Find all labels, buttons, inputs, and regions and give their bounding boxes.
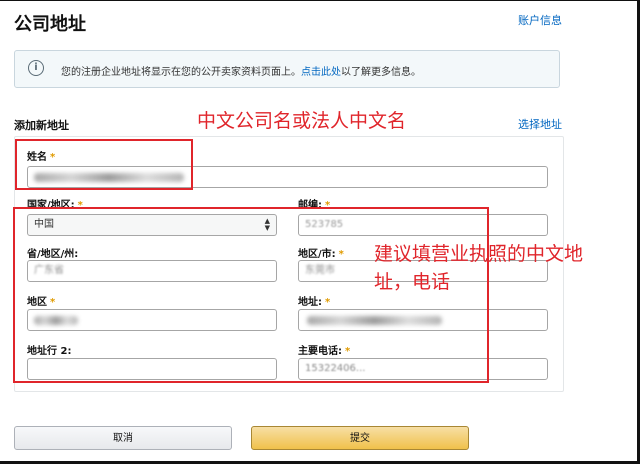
info-text: 您的注册企业地址将显示在您的公开卖家资料页面上。点击此处以了解更多信息。 [61, 63, 421, 78]
top-edge [0, 0, 640, 1]
submit-button[interactable]: 提交 [251, 426, 469, 450]
select-address-link[interactable]: 选择地址 [518, 116, 562, 132]
info-text-after: 以了解更多信息。 [341, 67, 421, 78]
annotation-box-name [15, 139, 193, 190]
page-title: 公司地址 [14, 14, 86, 35]
info-learn-more-link[interactable]: 点击此处 [301, 67, 341, 78]
account-info-link[interactable]: 账户信息 [518, 12, 562, 28]
info-text-before: 您的注册企业地址将显示在您的公开卖家资料页面上。 [61, 67, 301, 78]
annotation-name-hint: 中文公司名或法人中文名 [197, 110, 407, 132]
cancel-button[interactable]: 取消 [14, 426, 232, 450]
annotation-address-hint-2: 址，电话 [374, 271, 451, 293]
add-new-address-title: 添加新地址 [14, 119, 69, 132]
annotation-address-hint-1: 建议填营业执照的中文地 [374, 243, 584, 265]
info-icon: i [28, 60, 44, 76]
info-banner: i 您的注册企业地址将显示在您的公开卖家资料页面上。点击此处以了解更多信息。 [14, 50, 560, 88]
